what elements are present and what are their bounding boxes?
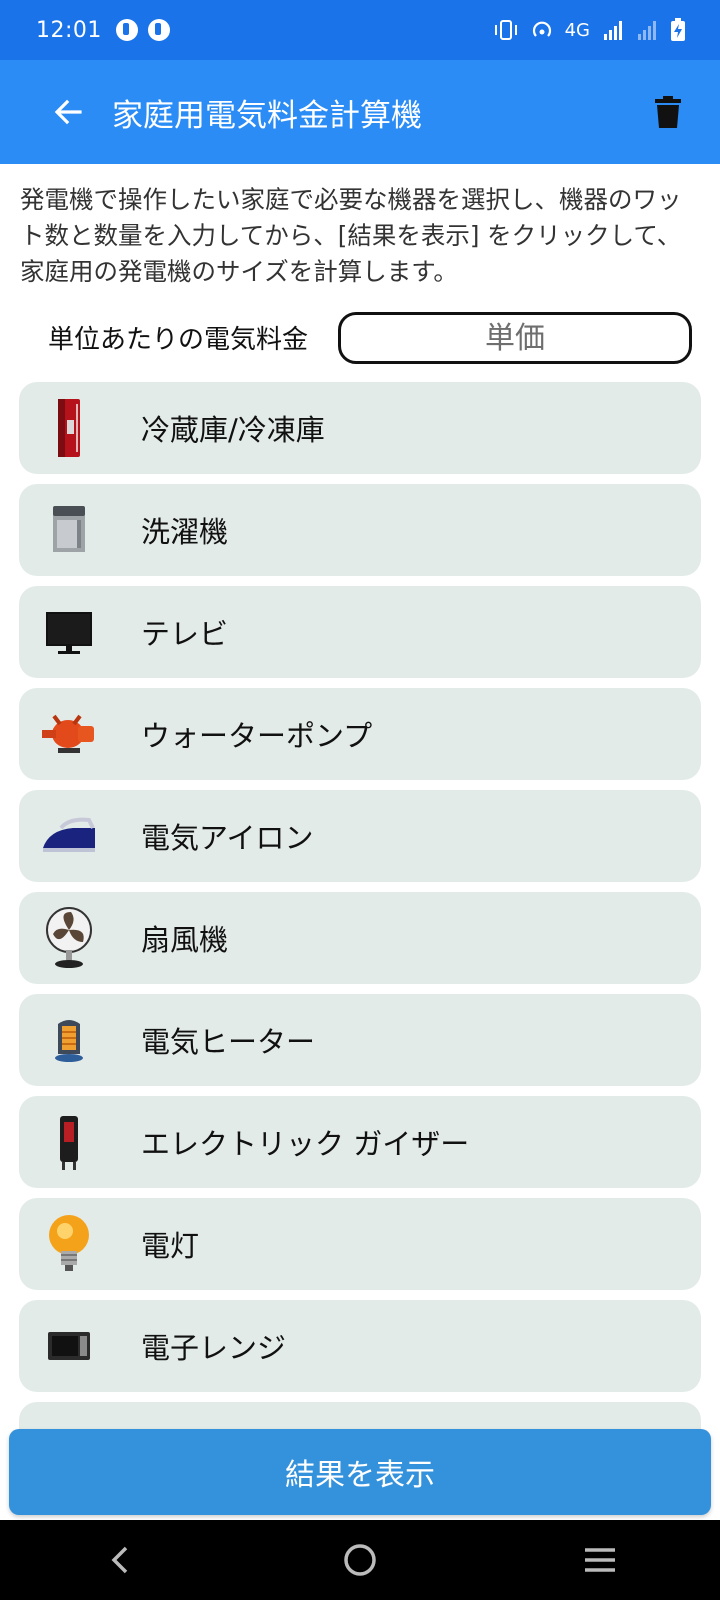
notification-app-icon xyxy=(115,19,138,41)
appliance-item-refrigerator[interactable]: 冷蔵庫/冷凍庫 xyxy=(19,382,701,474)
heater-icon xyxy=(33,1004,105,1076)
instructions-text: 発電機で操作したい家庭で必要な機器を選択し、機器のワット数と数量を入力してから、… xyxy=(20,185,682,286)
appliance-label: 電灯 xyxy=(141,1229,200,1263)
chevron-left-icon xyxy=(111,1546,128,1574)
unit-rate-input[interactable] xyxy=(338,312,692,364)
appliance-label: 電子レンジ xyxy=(141,1331,287,1365)
unit-rate-label: 単位あたりの電気料金 xyxy=(48,324,309,355)
light-bulb-icon xyxy=(33,1208,105,1280)
status-time: 12:01 xyxy=(36,17,102,43)
hotspot-icon xyxy=(532,21,551,37)
appliance-label: 扇風機 xyxy=(141,923,229,957)
appliance-label: エレクトリック ガイザー xyxy=(141,1127,470,1161)
appliance-item-water-pump[interactable]: ウォーターポンプ xyxy=(19,688,701,780)
nav-back-button[interactable] xyxy=(80,1520,160,1600)
notification-icons xyxy=(115,19,170,41)
water-pump-icon xyxy=(33,698,105,770)
vibrate-icon xyxy=(494,20,517,40)
menu-icon xyxy=(585,1548,615,1572)
back-button[interactable] xyxy=(36,80,100,144)
signal-icon xyxy=(604,21,622,40)
appliance-label: 電気アイロン xyxy=(141,821,314,855)
appliance-item-geyser[interactable]: エレクトリック ガイザー xyxy=(19,1096,701,1188)
appliance-list: 冷蔵庫/冷凍庫 洗濯機 テレビ ウォーターポンプ 電気アイロン 扇風機 電気ヒー… xyxy=(19,382,701,1440)
geyser-icon xyxy=(33,1106,105,1178)
status-indicators: 4G xyxy=(493,18,686,42)
refrigerator-icon xyxy=(33,392,105,464)
nav-home-button[interactable] xyxy=(320,1520,400,1600)
appliance-label: 冷蔵庫/冷凍庫 xyxy=(141,413,325,447)
appliance-item-microwave[interactable]: 電子レンジ xyxy=(19,1300,701,1392)
microwave-icon xyxy=(33,1310,105,1382)
appliance-item-tv[interactable]: テレビ xyxy=(19,586,701,678)
appliance-item-washing-machine[interactable]: 洗濯機 xyxy=(19,484,701,576)
delete-button[interactable] xyxy=(644,88,692,136)
system-nav-bar xyxy=(0,1520,720,1600)
appliance-item-light[interactable]: 電灯 xyxy=(19,1198,701,1290)
status-bar: 12:01 4G xyxy=(0,0,720,60)
network-type: 4G xyxy=(564,19,590,41)
signal-weak-icon xyxy=(638,21,656,40)
show-result-button[interactable]: 結果を表示 xyxy=(9,1429,711,1515)
notification-app-icon xyxy=(147,19,170,41)
appliance-item-iron[interactable]: 電気アイロン xyxy=(19,790,701,882)
iron-icon xyxy=(33,800,105,872)
trash-icon xyxy=(655,96,681,128)
appliance-label: テレビ xyxy=(141,617,229,651)
appliance-item-partial[interactable] xyxy=(19,1402,701,1430)
appliance-label: 洗濯機 xyxy=(141,515,229,549)
appliance-label: ウォーターポンプ xyxy=(141,719,373,753)
page-title: 家庭用電気料金計算機 xyxy=(112,97,422,134)
appliance-label: 電気ヒーター xyxy=(141,1025,316,1059)
appliance-item-fan[interactable]: 扇風機 xyxy=(19,892,701,984)
arrow-left-icon xyxy=(54,99,82,125)
washing-machine-icon xyxy=(33,494,105,566)
battery-charging-icon xyxy=(671,18,685,41)
appliance-item-heater[interactable]: 電気ヒーター xyxy=(19,994,701,1086)
tv-icon xyxy=(33,596,105,668)
app-bar: 家庭用電気料金計算機 xyxy=(0,60,720,164)
unit-rate-row: 単位あたりの電気料金 xyxy=(0,310,720,364)
nav-menu-button[interactable] xyxy=(560,1520,640,1600)
fan-icon xyxy=(33,902,105,974)
home-circle-icon xyxy=(344,1544,376,1576)
